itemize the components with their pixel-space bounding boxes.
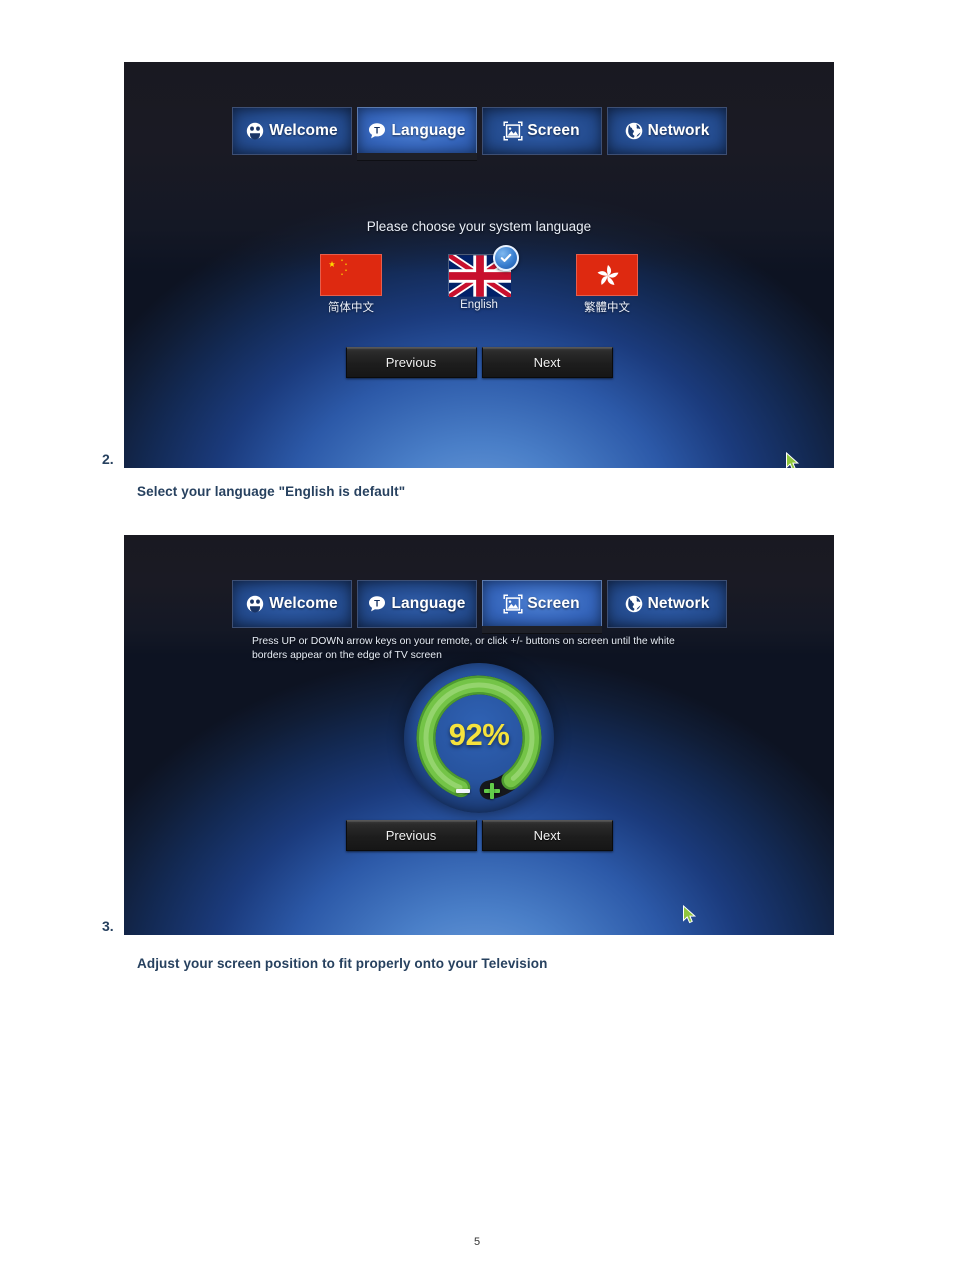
page-number: 5 [473, 1236, 481, 1248]
decrease-button[interactable] [456, 789, 470, 793]
globe-icon [624, 594, 644, 614]
previous-button[interactable]: Previous [345, 347, 477, 378]
tab-language-label: Language [391, 122, 466, 139]
speech-bubble-icon: T [367, 121, 387, 141]
tab-network-label: Network [647, 122, 710, 139]
tab-network[interactable]: Network [606, 107, 727, 155]
tab-welcome[interactable]: Welcome [231, 580, 352, 628]
smiley-icon [245, 594, 265, 614]
tab-language[interactable]: T Language [356, 580, 477, 628]
language-option-traditional-chinese[interactable]: 繁體中文 [563, 254, 651, 315]
svg-text:T: T [375, 598, 381, 609]
china-flag [320, 254, 382, 296]
increase-button[interactable] [484, 783, 500, 799]
screen-size-gauge[interactable]: 92% [404, 663, 554, 813]
language-option-english[interactable]: English [435, 245, 523, 315]
navigation-buttons-screen: Previous Next [124, 820, 834, 851]
globe-icon [624, 121, 644, 141]
language-setup-screenshot: Welcome T Language Screen Network Please… [124, 62, 834, 468]
hongkong-flag [576, 254, 638, 296]
tab-welcome-label: Welcome [269, 595, 338, 612]
language-label-simplified-chinese: 简体中文 [328, 302, 374, 314]
screen-adjust-screenshot: Welcome T Language Screen Network Press … [124, 535, 834, 935]
tab-welcome-label: Welcome [269, 122, 338, 139]
tab-screen[interactable]: Screen [481, 580, 602, 634]
step-number-3: 3. [102, 918, 114, 934]
step-caption-3: Adjust your screen position to fit prope… [137, 956, 548, 971]
mouse-cursor [682, 904, 698, 925]
picture-frame-icon [503, 121, 523, 141]
language-prompt: Please choose your system language [366, 219, 592, 234]
tab-screen-label: Screen [527, 595, 580, 612]
setup-wizard-tabs: Welcome T Language Screen Network [124, 107, 834, 161]
language-options: 简体中文 English 繁體中文 [124, 245, 834, 315]
tab-network[interactable]: Network [606, 580, 727, 628]
speech-bubble-icon: T [367, 594, 387, 614]
tab-screen[interactable]: Screen [481, 107, 602, 155]
smiley-icon [245, 121, 265, 141]
next-button[interactable]: Next [481, 820, 613, 851]
step-caption-2: Select your language "English is default… [137, 484, 406, 499]
gauge-percentage-value: 92% [448, 717, 510, 752]
language-label-english: English [460, 299, 498, 311]
tab-network-label: Network [647, 595, 710, 612]
setup-wizard-tabs: Welcome T Language Screen Network [124, 580, 834, 634]
previous-button[interactable]: Previous [345, 820, 477, 851]
step-number-2: 2. [102, 451, 114, 467]
screen-size-gauge-container: 92% [124, 663, 834, 813]
language-label-traditional-chinese: 繁體中文 [584, 302, 630, 314]
language-option-simplified-chinese[interactable]: 简体中文 [307, 254, 395, 315]
uk-flag [448, 245, 519, 297]
tab-welcome[interactable]: Welcome [231, 107, 352, 155]
screen-adjust-instruction: Press UP or DOWN arrow keys on your remo… [252, 636, 675, 661]
mouse-cursor [785, 451, 801, 468]
selected-check-icon [493, 245, 519, 271]
tab-language-label: Language [391, 595, 466, 612]
navigation-buttons-language: Previous Next [124, 347, 834, 378]
tab-screen-label: Screen [527, 122, 580, 139]
tab-language[interactable]: T Language [356, 107, 477, 161]
picture-frame-icon [503, 594, 523, 614]
next-button[interactable]: Next [481, 347, 613, 378]
svg-text:T: T [375, 125, 381, 136]
